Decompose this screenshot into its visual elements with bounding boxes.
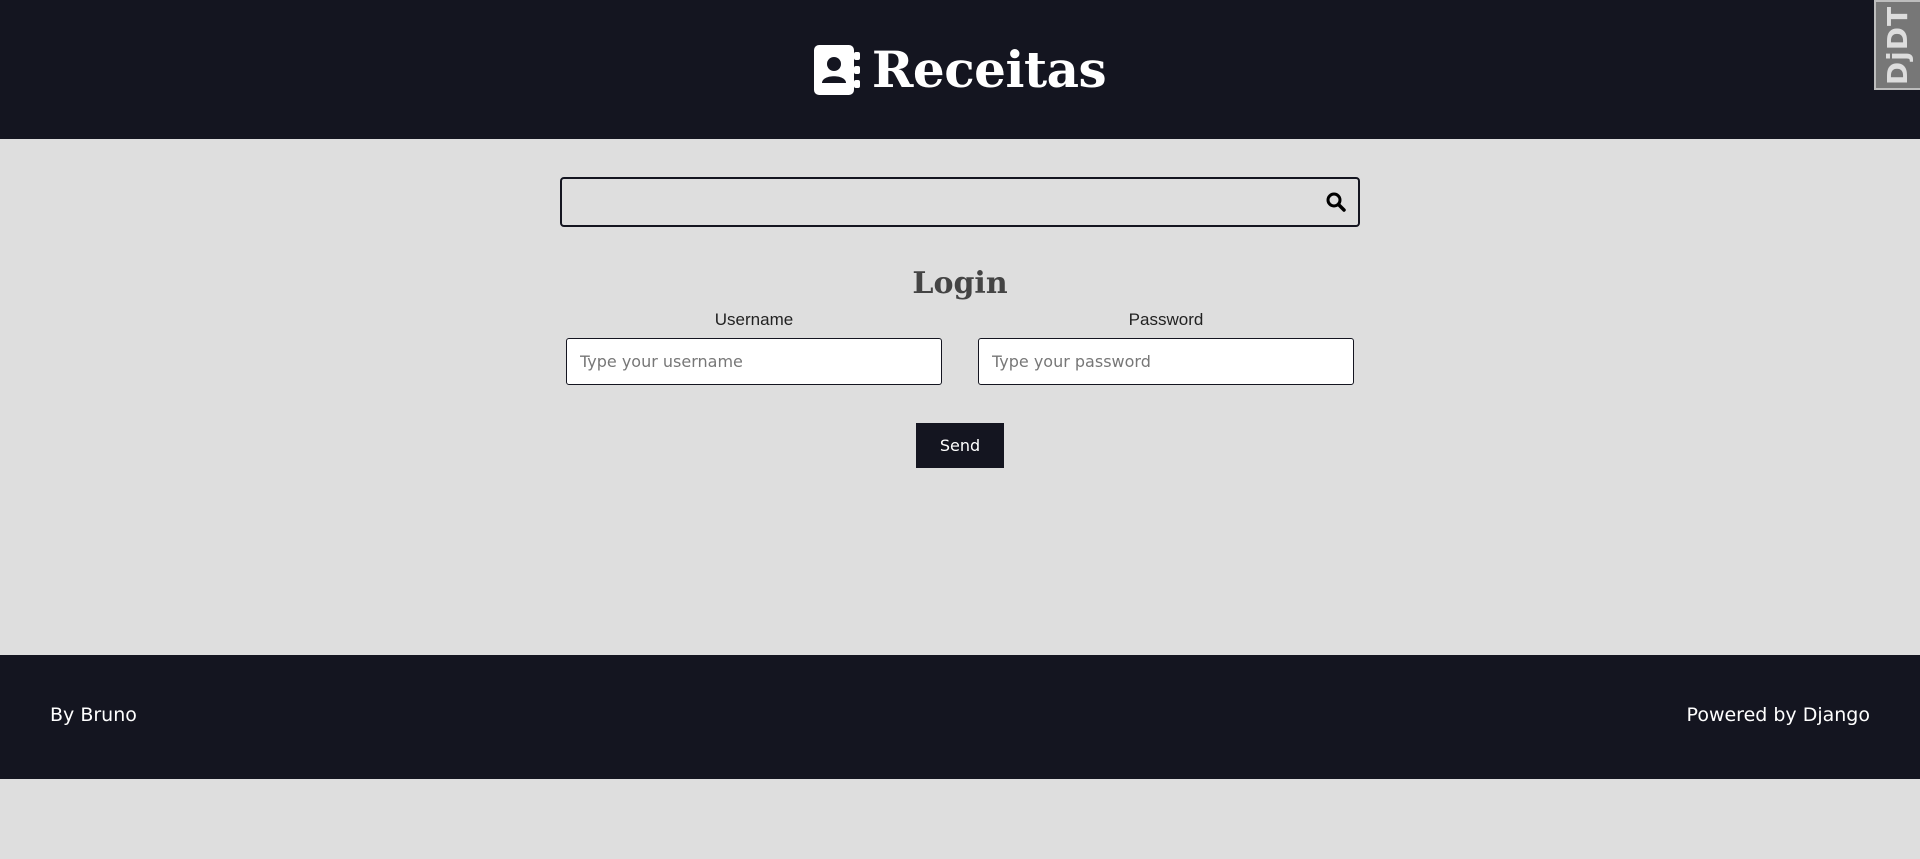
password-field[interactable] [978,338,1354,385]
brand-link[interactable]: Receitas [813,39,1107,99]
password-label: Password [1128,310,1204,329]
site-header: Receitas DjDT [0,0,1920,139]
username-label: Username [714,310,794,329]
footer-author: By Bruno [50,704,137,726]
search-input[interactable] [562,179,1302,225]
footer-powered-by: Powered by Django [1686,704,1870,726]
address-book-icon [813,44,860,95]
username-field[interactable] [566,338,942,385]
site-footer: By Bruno Powered by Django [0,655,1920,779]
search-form [560,177,1360,227]
send-button[interactable]: Send [916,423,1004,468]
debug-toolbar-label: DjDT [1881,5,1915,85]
search-icon[interactable] [1324,190,1348,214]
debug-toolbar-handle[interactable]: DjDT [1874,0,1920,90]
brand: Receitas [0,0,1920,139]
brand-title: Receitas [871,39,1107,99]
page-title: Login [912,266,1008,301]
